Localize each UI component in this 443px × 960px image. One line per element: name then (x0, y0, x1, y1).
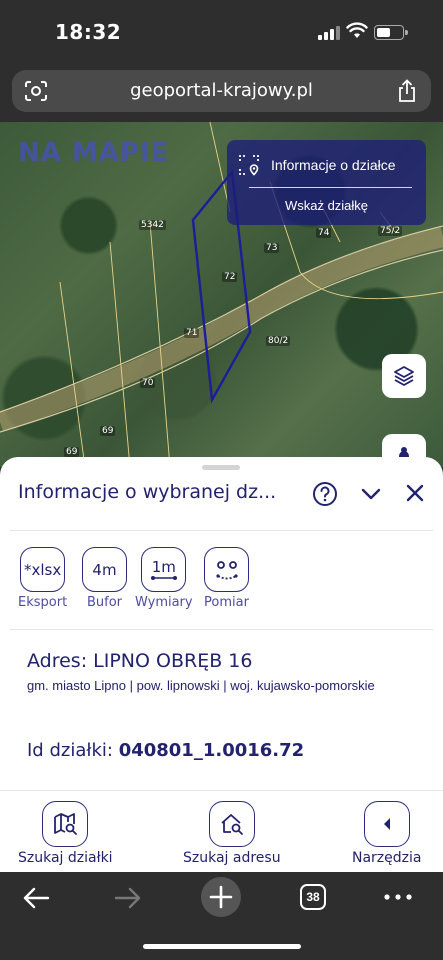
parcel-label: 5342 (139, 220, 166, 230)
dimensions-tool[interactable]: 1m Wymiary (135, 547, 193, 610)
dimensions-icon: 1m (141, 547, 187, 592)
parcel-label: 75/2 (378, 226, 403, 236)
nav-tools-label: Narzędzia (352, 850, 422, 866)
sheet-drag-handle[interactable] (202, 465, 240, 470)
parcel-id: Id działki: 040801_1.0016.72 (27, 740, 304, 761)
home-search-icon (208, 801, 255, 847)
status-bar: 18:32 (0, 0, 443, 62)
parcel-pin-icon (239, 155, 259, 176)
parcel-id-label: Id działki: (27, 740, 119, 761)
export-label: Eksport (18, 595, 68, 610)
select-parcel-button[interactable]: Wskaż działkę (227, 198, 426, 213)
share-icon[interactable] (397, 79, 417, 103)
map-view[interactable]: NA MAPIE 5342 73 74 75/2 72 71 80/2 70 6… (0, 122, 443, 467)
layers-button[interactable] (382, 354, 426, 398)
tab-count-button[interactable]: 38 (300, 884, 326, 910)
address-heading: Adres: LIPNO OBRĘB 16 (27, 650, 253, 672)
nav-search-address-label: Szukaj adresu (183, 850, 281, 866)
sheet-title: Informacje o wybranej dz... (18, 481, 277, 503)
chevron-down-icon[interactable] (360, 485, 382, 503)
new-tab-button[interactable] (201, 877, 241, 917)
parcel-label: 69 (100, 426, 116, 436)
divider (10, 530, 433, 531)
nav-search-parcel-label: Szukaj działki (18, 850, 113, 866)
parcel-info-button[interactable]: Informacje o działce (237, 152, 418, 178)
nav-tools[interactable]: Narzędzia (352, 801, 421, 866)
tools-row: *xlsx Eksport 4m Bufor 1m Wymiary Pomiar (0, 547, 443, 617)
layers-icon (394, 366, 414, 386)
chevron-left-icon (363, 801, 410, 847)
url-text: geoportal-krajowy.pl (130, 80, 313, 101)
help-icon[interactable] (312, 481, 338, 507)
more-icon[interactable] (384, 894, 412, 900)
address-bar[interactable]: geoportal-krajowy.pl (12, 70, 431, 112)
parcel-label: 80/2 (266, 336, 291, 346)
export-icon: *xlsx (20, 547, 66, 592)
parcel-label: 72 (222, 272, 238, 282)
measure-label: Pomiar (204, 595, 249, 610)
map-search-icon (42, 801, 89, 847)
wifi-icon (346, 22, 368, 38)
buffer-label: Bufor (86, 595, 123, 610)
divider (10, 629, 433, 630)
buffer-tool[interactable]: 4m Bufor (82, 547, 127, 610)
plus-icon (209, 885, 233, 909)
nav-search-parcel[interactable]: Szukaj działki (18, 801, 113, 866)
back-arrow-icon[interactable] (22, 886, 50, 910)
parcel-info-sheet: Informacje o wybranej dz... *xlsx Ekspor… (0, 457, 443, 790)
home-indicator[interactable] (143, 944, 301, 949)
measure-tool[interactable]: Pomiar (204, 547, 249, 610)
measure-icon (204, 547, 249, 592)
forward-arrow-icon[interactable] (114, 886, 142, 910)
parcel-label: 69 (64, 447, 80, 457)
status-time: 18:32 (55, 20, 122, 44)
parcel-info-label: Informacje o działce (271, 157, 396, 173)
divider (249, 187, 412, 188)
parcel-label: 70 (140, 378, 156, 388)
dimensions-label: Wymiary (135, 595, 193, 610)
parcel-id-value: 040801_1.0016.72 (118, 740, 305, 761)
parcel-info-box: Informacje o działce Wskaż działkę (227, 140, 426, 225)
nav-search-address[interactable]: Szukaj adresu (183, 801, 281, 866)
export-tool[interactable]: *xlsx Eksport (18, 547, 67, 610)
na-mapie-logo: NA MAPIE (18, 138, 170, 168)
dimensions-icon-text: 1m (151, 557, 176, 576)
buffer-icon: 4m (82, 547, 127, 592)
battery-icon (374, 25, 408, 40)
cellular-signal-icon (318, 26, 340, 40)
parcel-label: 74 (316, 228, 332, 238)
address-details: gm. miasto Lipno | pow. lipnowski | woj.… (27, 678, 375, 693)
parcel-label: 71 (184, 328, 200, 338)
parcel-label: 73 (264, 243, 280, 253)
close-icon[interactable] (405, 483, 425, 503)
bottom-nav: Szukaj działki Szukaj adresu Narzędzia (0, 790, 443, 872)
